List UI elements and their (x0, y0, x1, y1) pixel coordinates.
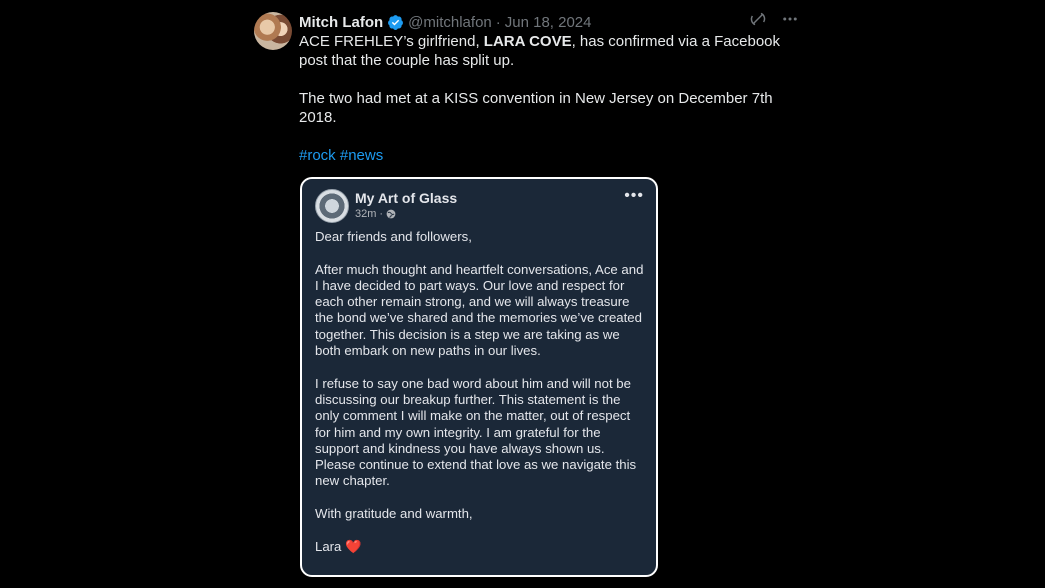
header-separator: · (495, 13, 501, 31)
fb-post-text: Dear friends and followers, After much t… (315, 229, 645, 555)
fb-signature-line: Lara ❤️ (315, 539, 645, 555)
tweet-date[interactable]: Jun 18, 2024 (505, 14, 592, 31)
hashtag-news[interactable]: #news (340, 147, 383, 164)
fb-paragraph-1: Dear friends and followers, (315, 229, 472, 244)
tweet-header: Mitch Lafon @mitchlafon · Jun 18, 2024 (299, 10, 799, 34)
author-name[interactable]: Mitch Lafon (299, 14, 383, 31)
fb-more-options-icon: ••• (624, 187, 644, 204)
more-options-icon[interactable] (781, 10, 799, 28)
fb-page-avatar (315, 189, 349, 223)
hashtags: #rock #news (299, 146, 799, 165)
heart-emoji-icon: ❤️ (345, 538, 362, 554)
hashtag-rock[interactable]: #rock (299, 147, 336, 164)
fb-paragraph-4: With gratitude and warmth, (315, 506, 473, 522)
tweet-text-bold: LARA COVE (483, 33, 572, 50)
author-avatar[interactable] (254, 12, 292, 50)
tweet-body: ACE FREHLEY’s girlfriend, LARA COVE, has… (299, 32, 799, 165)
fb-signature: Lara (315, 538, 342, 554)
tweet-paragraph-2: The two had met at a KISS convention in … (299, 90, 773, 126)
embedded-image-card[interactable]: My Art of Glass 32m · ••• Dear friends a… (300, 177, 658, 577)
fb-post-meta: 32m · (355, 208, 396, 220)
tweet-actions (749, 10, 799, 28)
fb-page-name: My Art of Glass (355, 190, 458, 206)
tweet-text-part1: ACE FREHLEY’s girlfriend, (299, 33, 484, 50)
fb-paragraph-3: I refuse to say one bad word about him a… (315, 375, 637, 489)
fb-meta-separator: · (379, 208, 384, 220)
author-handle[interactable]: @mitchlafon (408, 14, 492, 31)
tweet-paragraph-1: ACE FREHLEY’s girlfriend, LARA COVE, has… (299, 32, 799, 70)
grok-icon[interactable] (749, 10, 767, 28)
fb-post-time: 32m (355, 208, 377, 220)
fb-paragraph-2: After much thought and heartfelt convers… (315, 261, 644, 359)
globe-icon (386, 209, 396, 219)
verified-badge-icon (387, 14, 404, 31)
